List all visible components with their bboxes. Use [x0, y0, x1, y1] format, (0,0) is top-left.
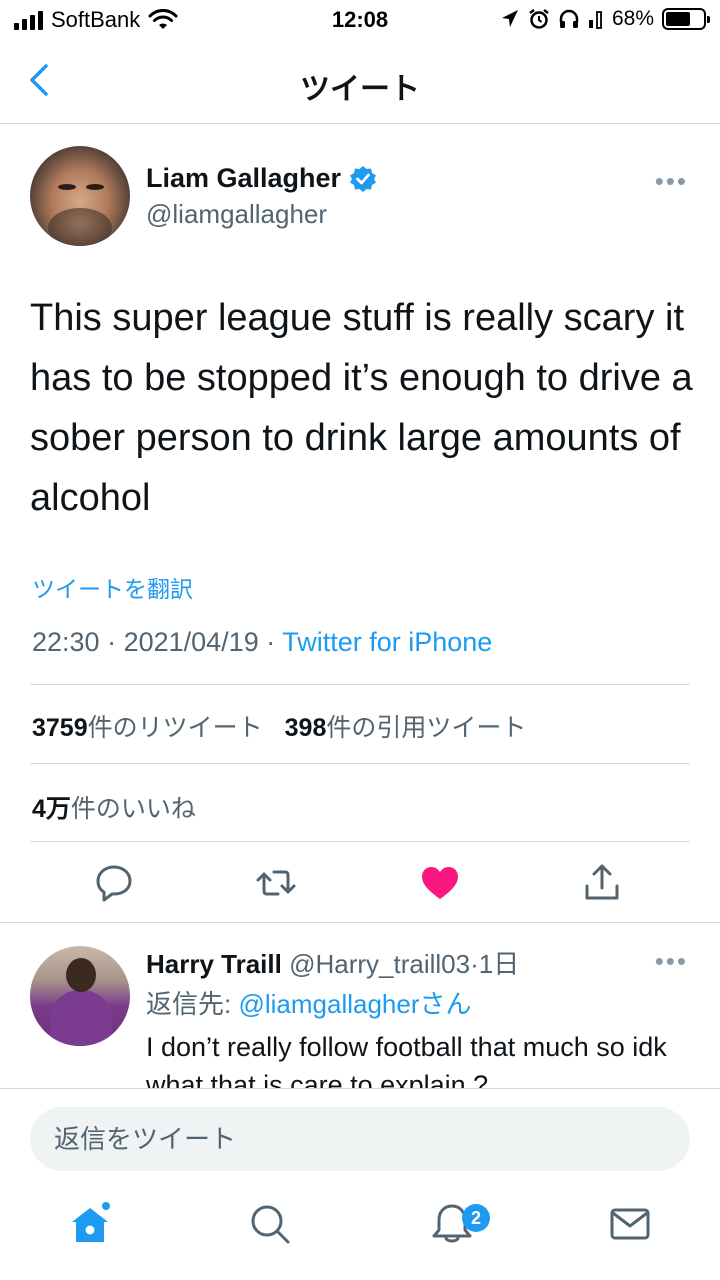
headphones-icon	[559, 9, 579, 28]
likes-stat[interactable]: 4万件のいいね	[32, 789, 196, 825]
page-title: ツイート	[300, 73, 420, 106]
retweet-icon[interactable]	[254, 861, 298, 905]
tweet-time: 22:30	[32, 627, 100, 657]
divider	[0, 922, 720, 923]
reply-text: I don’t really follow football that much…	[146, 1032, 667, 1088]
reply-input[interactable]	[54, 1107, 654, 1171]
tweet-text: This super league stuff is really scary …	[30, 297, 693, 519]
heart-icon[interactable]	[418, 861, 462, 905]
quotes-count: 398	[284, 714, 327, 742]
status-right: 68%	[500, 7, 710, 31]
divider	[30, 684, 690, 685]
share-icon[interactable]	[580, 861, 624, 905]
search-icon[interactable]	[246, 1200, 294, 1248]
author-name-text: Liam Gallagher	[146, 163, 342, 193]
reply-to-mention[interactable]: @liamgallagher	[238, 989, 419, 1019]
retweet-stats: 3759件のリツイート 398件の引用ツイート	[32, 708, 526, 744]
tweet-meta: 22:30 · 2021/04/19 · Twitter for iPhone	[32, 627, 493, 657]
tweet-source-link[interactable]: Twitter for iPhone	[282, 627, 492, 657]
verified-badge-icon	[350, 165, 377, 192]
tweet-action-bar	[0, 855, 720, 911]
more-options-icon[interactable]: •••	[655, 946, 688, 977]
reply-to-line: 返信先: @liamgallagherさん	[146, 989, 472, 1019]
quotes-stat[interactable]: 398件の引用ツイート	[285, 708, 527, 744]
alarm-icon	[529, 9, 549, 29]
likes-stats: 4万件のいいね	[32, 789, 196, 825]
notification-badge: 2	[462, 1204, 490, 1232]
divider	[30, 763, 690, 764]
reply-icon[interactable]	[92, 861, 136, 905]
author-name[interactable]: Liam Gallagher	[146, 163, 377, 194]
likes-count: 4万	[32, 795, 71, 823]
battery-percent: 68%	[611, 7, 654, 30]
reply-author-name[interactable]: Harry Traill	[146, 949, 282, 979]
reply-author-handle[interactable]: @Harry_traill03	[289, 949, 470, 979]
author-handle[interactable]: @liamgallagher	[146, 199, 327, 230]
location-arrow-icon	[501, 10, 518, 27]
reply-age: ·1日	[470, 949, 520, 979]
network-bars-icon	[588, 11, 602, 29]
more-options-icon[interactable]: •••	[655, 166, 688, 197]
tweet-date: 2021/04/19	[123, 627, 259, 657]
translate-tweet-link[interactable]: ツイートを翻訳	[32, 570, 193, 604]
divider	[30, 841, 690, 842]
navigation-bar: ツイート	[0, 40, 720, 124]
tab-bar	[0, 1188, 720, 1280]
battery-fill	[666, 12, 690, 26]
compose-area	[0, 1088, 720, 1188]
reply-compose-box[interactable]	[30, 1107, 690, 1171]
battery-icon	[662, 8, 710, 30]
home-icon[interactable]	[66, 1200, 114, 1248]
retweets-stat[interactable]: 3759件のリツイート	[32, 708, 263, 744]
retweets-count: 3759	[32, 714, 88, 742]
status-bar: SoftBank 12:08 68%	[0, 0, 720, 40]
reply-header: Harry Traill @Harry_traill03·1日	[146, 944, 519, 981]
author-avatar[interactable]	[30, 146, 130, 246]
reply-author-avatar[interactable]	[30, 946, 130, 1046]
messages-icon[interactable]	[606, 1200, 654, 1248]
